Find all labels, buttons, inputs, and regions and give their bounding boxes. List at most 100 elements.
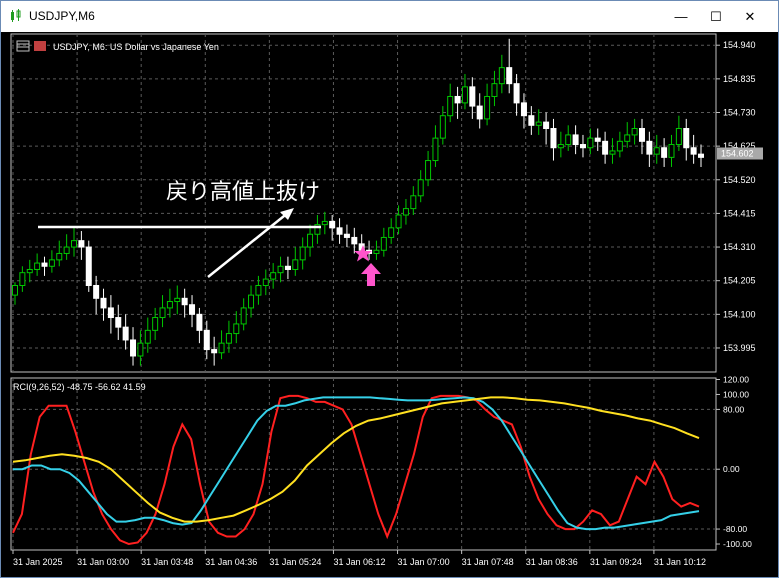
candle-body <box>690 147 697 155</box>
chart-header-icon <box>16 40 46 52</box>
candle-body <box>587 137 594 149</box>
candle-body <box>93 284 100 299</box>
candle-body <box>100 297 107 309</box>
candle-body <box>130 339 137 357</box>
chart-canvas[interactable]: 154.940154.835154.730154.625154.520154.4… <box>1 32 778 577</box>
rci-lines <box>12 394 700 546</box>
time-tick-label: 31 Jan 06:12 <box>333 557 385 567</box>
candle-body <box>189 304 196 315</box>
candle-body <box>144 329 151 344</box>
candle-body <box>543 121 550 130</box>
candle-body <box>277 265 284 274</box>
candle-body <box>307 233 314 248</box>
rci-tick-label: 80.00 <box>723 404 745 414</box>
candle-body <box>284 265 291 270</box>
candle-body <box>218 342 225 354</box>
candle-body <box>439 115 446 139</box>
rci-tick-label: -80.00 <box>723 524 747 534</box>
candle-body <box>321 220 328 226</box>
candle-body <box>343 233 350 238</box>
rci-tick-label: 120.00 <box>723 374 749 384</box>
candle-body <box>535 121 542 126</box>
price-tick-label: 153.995 <box>723 343 756 353</box>
candle-body <box>56 252 63 261</box>
candle-body <box>181 297 188 306</box>
candle-body <box>661 147 668 158</box>
candle-body <box>469 86 476 107</box>
close-button[interactable]: ✕ <box>735 1 765 32</box>
candle-body <box>48 259 55 267</box>
candle-body <box>63 246 70 254</box>
time-tick-label: 31 Jan 07:00 <box>398 557 450 567</box>
candle-body <box>572 134 579 146</box>
candle-body <box>402 208 409 216</box>
candle-body <box>115 317 122 328</box>
time-tick-label: 31 Jan 08:36 <box>526 557 578 567</box>
candle-body <box>196 313 203 331</box>
candlesticks <box>12 38 704 366</box>
candle-body <box>299 246 306 261</box>
rci-series-line <box>12 396 700 523</box>
time-tick-label: 31 Jan 05:24 <box>269 557 321 567</box>
candle-body <box>668 144 675 158</box>
maximize-button[interactable]: ☐ <box>701 1 731 32</box>
candle-body <box>653 147 660 155</box>
candle-body <box>698 153 704 158</box>
candle-body <box>71 240 78 248</box>
time-tick-label: 31 Jan 2025 <box>13 557 63 567</box>
candle-body <box>329 220 336 229</box>
candle-body <box>380 236 387 251</box>
candle-body <box>506 67 513 85</box>
buy-arrow-icon <box>361 263 381 286</box>
candle-body <box>528 115 535 126</box>
rci-tick-label: -100.00 <box>723 539 752 549</box>
rci-series-line <box>13 396 700 531</box>
candle-body <box>395 214 402 229</box>
candle-body <box>152 317 159 331</box>
candle-body <box>491 83 498 97</box>
candle-body <box>631 128 638 136</box>
candle-body <box>520 102 527 117</box>
candle-body <box>602 140 609 155</box>
time-tick-label: 31 Jan 04:36 <box>205 557 257 567</box>
candle-body <box>174 297 181 303</box>
time-tick-label: 31 Jan 10:12 <box>654 557 706 567</box>
candle-body <box>351 236 358 245</box>
candle-body <box>225 333 232 344</box>
candle-body <box>41 262 48 267</box>
candle-body <box>417 179 424 197</box>
window-title: USDJPY,M6 <box>29 9 95 23</box>
candle-body <box>203 329 210 351</box>
candle-body <box>638 128 645 142</box>
candle-body <box>410 195 417 210</box>
annotation-pointer-line <box>207 211 290 278</box>
candle-body <box>425 160 432 181</box>
candle-body <box>85 246 92 286</box>
candle-body <box>579 144 586 149</box>
chart-area[interactable]: 154.940 154.835 154.730 154.625 154.520 154.4… <box>1 32 778 577</box>
minimize-button[interactable]: — <box>666 1 696 32</box>
candlestick-app-icon <box>11 9 21 22</box>
candle-body <box>137 342 144 357</box>
rci-axis: 120.00 100.00 80.00 0.00 -80.00 -100.00 <box>716 374 752 549</box>
grid-lines <box>10 33 717 551</box>
time-tick-label: 31 Jan 07:48 <box>462 557 514 567</box>
time-tick-label: 31 Jan 03:00 <box>77 557 129 567</box>
candle-body <box>447 95 454 117</box>
candle-body <box>78 240 85 248</box>
current-price-label: 154.602 <box>721 149 754 159</box>
candle-body <box>292 259 299 270</box>
time-tick-label: 31 Jan 03:48 <box>141 557 193 567</box>
candle-body <box>248 294 255 309</box>
title-bar[interactable]: USDJPY,M6 — ☐ ✕ <box>1 1 778 32</box>
price-tick-label: 154.205 <box>723 276 756 286</box>
candle-body <box>34 262 41 270</box>
candle-body <box>255 284 262 296</box>
candle-body <box>646 140 653 155</box>
rci-tick-label: 0.00 <box>723 464 740 474</box>
candle-body <box>159 307 166 319</box>
candle-body <box>270 272 277 280</box>
candle-body <box>557 144 564 149</box>
candle-body <box>675 128 682 146</box>
chart-window: USDJPY,M6 — ☐ ✕ 154.940 154.835 154.730 154… <box>0 0 779 578</box>
